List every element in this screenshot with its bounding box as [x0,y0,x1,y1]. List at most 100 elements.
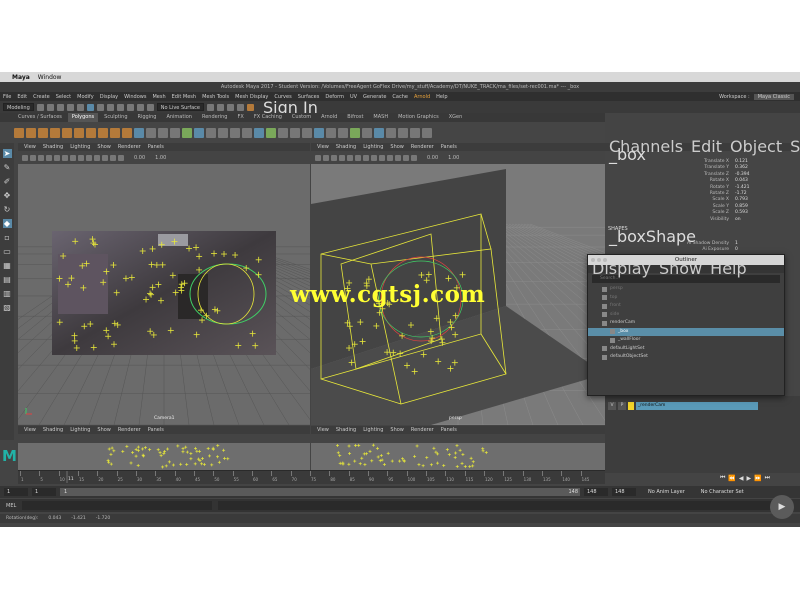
mirror-icon[interactable] [398,127,408,138]
xray-icon[interactable] [110,154,116,161]
resolution-gate-icon[interactable] [62,154,68,161]
cb-menu-object[interactable]: Object [730,139,782,155]
main-menu-item[interactable]: Arnold [414,94,430,100]
poly-type-icon[interactable] [194,127,204,138]
ipr-render-icon[interactable] [227,103,234,111]
layout-graph-icon[interactable]: ▧ [3,303,12,312]
poly-platonic-icon[interactable] [98,127,108,138]
shelf-tab[interactable]: Curves / Surfaces [14,113,66,122]
vp2-menu-show[interactable]: Show [390,143,404,151]
append-polygon-icon[interactable] [314,127,324,138]
layer-name[interactable]: _renderCam [636,402,758,410]
shelf-tab[interactable]: XGen [445,113,467,122]
shadows-icon[interactable] [395,154,401,161]
viewport-camera1-canvas[interactable]: Camera1 [18,164,310,425]
vp2-menu-panels[interactable]: Panels [441,143,457,151]
outliner-item[interactable]: _box [588,327,784,336]
vp-menu-renderer[interactable]: Renderer [118,143,141,151]
smooth-shade-icon[interactable] [371,154,377,161]
poly-soccer-ball-icon[interactable] [170,127,180,138]
vp3-menu-panels[interactable]: Panels [148,426,164,434]
layout-four-icon[interactable]: ▦ [3,261,12,270]
main-menu-item[interactable]: Mesh [152,94,165,100]
smooth-icon[interactable] [230,127,240,138]
mel-input[interactable] [22,501,213,510]
sculpt-icon[interactable] [386,127,396,138]
vp-menu-view[interactable]: View [24,143,36,151]
poly-pipe-icon[interactable] [134,127,144,138]
textured-icon[interactable] [86,154,92,161]
shape-node[interactable]: _boxShape [605,228,800,244]
minimize-icon[interactable] [597,258,601,262]
play-forward-icon[interactable]: ▶ [747,475,752,482]
render-frame-icon[interactable] [217,103,224,111]
main-menu-item[interactable]: Mesh Tools [202,94,229,100]
vp3-menu-show[interactable]: Show [97,426,111,434]
shelf-tab[interactable]: Polygons [67,113,99,122]
anim-layer-select[interactable]: No Anim Layer [648,489,685,495]
poly-pyramid-icon[interactable] [110,127,120,138]
select-tool-icon[interactable]: ➤ [2,149,12,158]
video-play-icon[interactable]: ▶ [770,495,794,519]
open-scene-icon[interactable] [46,103,54,111]
ol-menu-display[interactable]: Display [592,261,651,277]
gamma-value[interactable]: 1.00 [448,155,459,161]
paint-select-tool-icon[interactable]: ✐ [3,177,12,186]
wireframe-icon[interactable] [70,154,76,161]
playback-end-field[interactable]: 148 [584,488,608,496]
shadows-icon[interactable] [102,154,108,161]
multi-cut-icon[interactable] [338,127,348,138]
lights-icon[interactable] [387,154,393,161]
outliner-item[interactable]: _wallFloor [588,336,784,345]
poly-cone-icon[interactable] [50,127,60,138]
film-gate-icon[interactable] [347,154,353,161]
attribute-value[interactable]: on [735,217,755,223]
ol-menu-help[interactable]: Help [710,261,746,277]
main-menu-item[interactable]: Create [33,94,50,100]
vp4-menu-show[interactable]: Show [390,426,404,434]
live-surface-field[interactable]: No Live Surface [156,103,204,111]
shelf-tab[interactable]: MASH [369,113,392,122]
outliner-item[interactable]: defaultLightSet [588,345,784,354]
vp2-menu-shading[interactable]: Shading [336,143,356,151]
shelf-tab[interactable]: Rigging [134,113,161,122]
snap-curve-icon[interactable] [126,103,134,111]
merge-icon[interactable] [362,127,372,138]
vp-menu-lighting[interactable]: Lighting [70,143,90,151]
extrude-icon[interactable] [254,127,264,138]
select-by-object-icon[interactable] [96,103,104,111]
viewport-camera1[interactable]: View Shading Lighting Show Renderer Pane… [18,143,310,425]
lasso-tool-icon[interactable]: ✎ [3,163,12,172]
start-time-field[interactable]: 1 [4,488,28,496]
attribute-row[interactable]: Visibility on [605,217,800,223]
lattice-icon[interactable] [410,127,420,138]
main-menu-item[interactable]: Modify [77,94,94,100]
main-menu-item[interactable]: Cache [392,94,408,100]
layer-playback-toggle[interactable]: P [618,402,626,410]
attribute-value[interactable]: 0 [735,247,755,253]
outliner-title-bar[interactable]: Outliner [588,255,784,265]
render-view-icon[interactable] [207,103,214,111]
main-menu-item[interactable]: Display [100,94,118,100]
isolate-icon[interactable] [118,154,124,161]
move-tool-icon[interactable]: ✥ [3,191,12,200]
outliner-item[interactable]: front [588,302,784,311]
poly-plane-icon[interactable] [74,127,84,138]
outliner-item[interactable]: persp [588,285,784,294]
character-set-select[interactable]: No Character Set [701,489,744,495]
hypershade-icon[interactable] [247,103,254,111]
xray-icon[interactable] [403,154,409,161]
undo-icon[interactable] [66,103,74,111]
bend-icon[interactable] [422,127,432,138]
viewport-front[interactable]: View Shading Lighting Show Renderer Pane… [18,426,310,470]
vp-menu-shading[interactable]: Shading [43,143,63,151]
poly-cube-icon[interactable] [26,127,36,138]
isolate-icon[interactable] [411,154,417,161]
insert-edge-loop-icon[interactable] [326,127,336,138]
main-menu-item[interactable]: Edit Mesh [172,94,196,100]
vp-menu-show[interactable]: Show [97,143,111,151]
target-weld-icon[interactable] [350,127,360,138]
vp3-menu-shading[interactable]: Shading [43,426,63,434]
step-forward-icon[interactable]: ⏩ [754,475,761,482]
grid-icon[interactable] [339,154,345,161]
